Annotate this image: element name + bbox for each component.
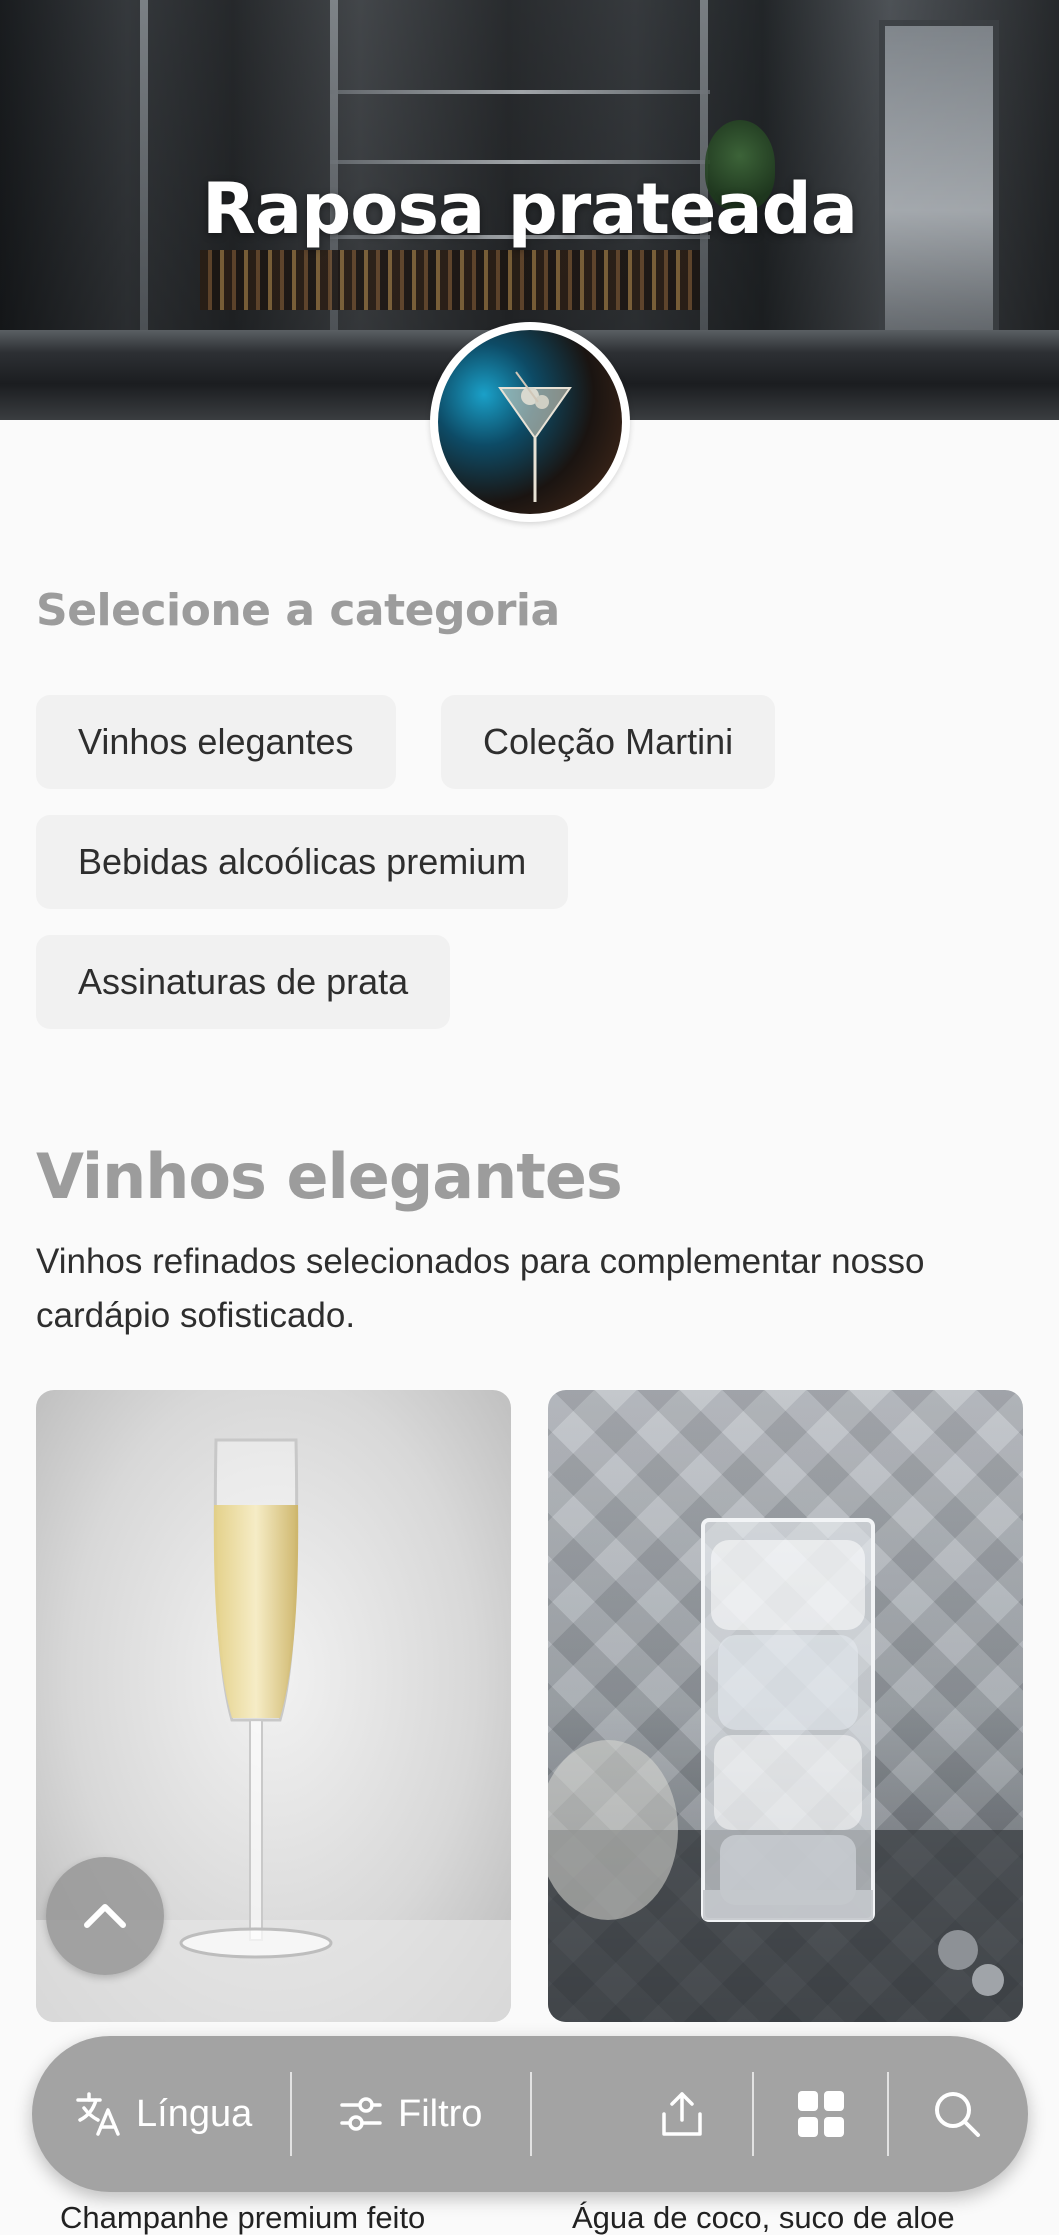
category-chip-vinhos-elegantes[interactable]: Vinhos elegantes: [36, 695, 396, 789]
filter-label: Filtro: [398, 2092, 483, 2135]
hero-decor: [330, 90, 710, 94]
category-chip-assinaturas-prata[interactable]: Assinaturas de prata: [36, 935, 451, 1029]
product-card-coconut-water[interactable]: [548, 1390, 1023, 2022]
section-title: Vinhos elegantes: [36, 1140, 623, 1213]
ice-glass-image: [548, 1518, 1023, 2022]
share-button[interactable]: [656, 2036, 708, 2192]
grid-view-button[interactable]: [796, 2036, 846, 2192]
avatar: [430, 322, 630, 522]
martini-logo-image: [438, 330, 622, 514]
category-chip-bebidas-premium[interactable]: Bebidas alcoólicas premium: [36, 815, 569, 909]
hero-decor: [330, 160, 710, 164]
category-heading: Selecione a categoria: [36, 585, 560, 636]
hero-decor: [140, 0, 148, 330]
product-caption: Água de coco, suco de aloe: [572, 2200, 955, 2235]
category-chip-colecao-martini[interactable]: Coleção Martini: [441, 695, 776, 789]
share-icon: [662, 2092, 702, 2136]
toolbar-divider: [530, 2072, 532, 2156]
sliders-icon: [340, 2097, 382, 2131]
filter-button[interactable]: Filtro: [338, 2036, 482, 2192]
toolbar-divider: [887, 2072, 889, 2156]
search-icon: [935, 2092, 980, 2137]
product-caption: Champanhe premium feito: [60, 2200, 426, 2235]
language-label: Língua: [136, 2092, 253, 2135]
search-button[interactable]: [932, 2036, 982, 2192]
translate-icon: [76, 2092, 120, 2136]
toolbar-divider: [290, 2072, 292, 2156]
chevron-up-icon: [84, 1904, 126, 1928]
section-description: Vinhos refinados selecionados para compl…: [36, 1242, 925, 1335]
page-title: Raposa prateada: [202, 168, 858, 250]
toolbar-divider: [752, 2072, 754, 2156]
grid-icon: [798, 2091, 844, 2137]
bottom-toolbar: Língua Filtro: [32, 2036, 1028, 2192]
scroll-to-top-button[interactable]: [46, 1857, 164, 1975]
hero-decor: [200, 250, 700, 310]
language-button[interactable]: Língua: [74, 2036, 252, 2192]
